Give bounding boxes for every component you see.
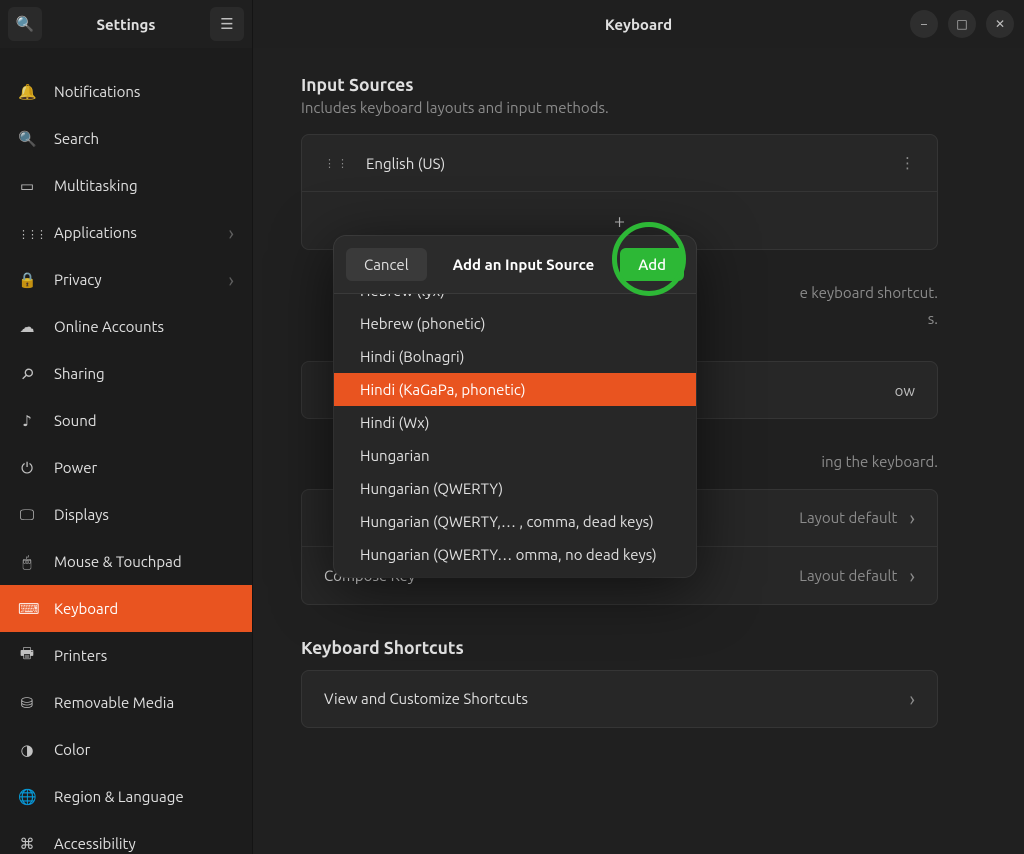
search-icon: [18, 130, 36, 148]
sidebar-item-label: Region & Language: [54, 788, 184, 805]
input-source-option[interactable]: Hindi (Bolnagri): [334, 340, 696, 373]
color-icon: [18, 741, 36, 759]
chevron-right-icon: [228, 221, 234, 244]
sidebar-item-multitasking[interactable]: Multitasking: [0, 162, 252, 209]
sidebar-item-region-language[interactable]: Region & Language: [0, 773, 252, 820]
page-title: Keyboard: [253, 16, 1024, 33]
close-button[interactable]: ✕: [986, 10, 1014, 38]
sidebar-item-label: Removable Media: [54, 694, 174, 711]
display-icon: [18, 506, 36, 524]
headerbar-left: Settings: [0, 0, 253, 48]
multitask-icon: [18, 177, 36, 195]
chevron-right-icon: [228, 268, 234, 291]
sidebar-item-label: Notifications: [54, 83, 140, 100]
sidebar-item-label: Sharing: [54, 365, 105, 382]
minimize-button[interactable]: –: [910, 10, 938, 38]
input-source-option[interactable]: Hungarian (QWERTY,… , comma, dead keys): [334, 505, 696, 538]
bell-icon: [18, 83, 36, 101]
input-sources-subtitle: Includes keyboard layouts and input meth…: [301, 99, 938, 116]
sidebar-item-color[interactable]: Color: [0, 726, 252, 773]
input-source-label: English (US): [366, 155, 445, 172]
dialog-title: Add an Input Source: [453, 256, 595, 273]
sidebar-item-printers[interactable]: Printers: [0, 632, 252, 679]
dialog-header: Cancel Add an Input Source Add: [334, 236, 696, 293]
lock-icon: [18, 271, 36, 289]
sidebar-item-privacy[interactable]: Privacy: [0, 256, 252, 303]
sidebar-item-label: Displays: [54, 506, 109, 523]
view-shortcuts-label: View and Customize Shortcuts: [324, 690, 528, 707]
plus-icon: +: [614, 209, 625, 232]
sidebar-item-label: Printers: [54, 647, 107, 664]
input-source-option[interactable]: Hungarian: [334, 439, 696, 472]
kbd-icon: [18, 600, 36, 618]
add-input-source-dialog: Cancel Add an Input Source Add Hebrew (l…: [334, 236, 696, 577]
search-button[interactable]: [8, 7, 42, 41]
sidebar-item-label: Applications: [54, 224, 137, 241]
chevron-right-icon: [909, 506, 915, 529]
headerbar-right: Keyboard – □ ✕: [253, 0, 1024, 48]
sidebar-item-online-accounts[interactable]: Online Accounts: [0, 303, 252, 350]
sidebar-item-mouse-touchpad[interactable]: Mouse & Touchpad: [0, 538, 252, 585]
globe-icon: [18, 788, 36, 806]
input-sources-title: Input Sources: [301, 76, 938, 95]
view-shortcuts-row[interactable]: View and Customize Shortcuts: [301, 670, 938, 728]
sidebar-item-label: Online Accounts: [54, 318, 164, 335]
input-source-row[interactable]: ⋮⋮ English (US) ⋮: [301, 134, 938, 192]
sidebar-item-sharing[interactable]: Sharing: [0, 350, 252, 397]
input-source-option[interactable]: Hebrew (lyx): [334, 293, 696, 307]
power-icon: [18, 459, 36, 477]
sound-icon: [18, 412, 36, 430]
sidebar-item-accessibility[interactable]: Accessibility: [0, 820, 252, 854]
sidebar-item-applications[interactable]: Applications: [0, 209, 252, 256]
sidebar-item-label: Sound: [54, 412, 97, 429]
print-icon: [18, 643, 36, 668]
share-icon: [18, 365, 36, 383]
sidebar-item-label: Power: [54, 459, 97, 476]
sidebar-item-keyboard[interactable]: Keyboard: [0, 585, 252, 632]
input-source-option[interactable]: Hindi (Wx): [334, 406, 696, 439]
add-button[interactable]: Add: [620, 248, 684, 281]
headerbar: Settings Keyboard – □ ✕: [0, 0, 1024, 48]
sidebar-item-label: Search: [54, 130, 99, 147]
chevron-right-icon: [909, 687, 915, 710]
hamburger-button[interactable]: [210, 7, 244, 41]
apps-icon: [18, 224, 36, 241]
maximize-button[interactable]: □: [948, 10, 976, 38]
input-source-option[interactable]: Hungarian (QWERTY… omma, no dead keys): [334, 538, 696, 571]
sidebar-item-removable-media[interactable]: Removable Media: [0, 679, 252, 726]
window-controls: – □ ✕: [910, 10, 1014, 38]
sidebar-item-search[interactable]: Search: [0, 115, 252, 162]
compose-key-value: Layout default: [799, 567, 897, 584]
switch-input-label: ow: [895, 382, 915, 399]
input-source-option[interactable]: Hindi (KaGaPa, phonetic): [334, 373, 696, 406]
sidebar-item-notifications[interactable]: Notifications: [0, 68, 252, 115]
sidebar-item-label: Privacy: [54, 271, 102, 288]
cloud-icon: [18, 318, 36, 336]
mouse-icon: [18, 553, 36, 571]
drag-handle-icon[interactable]: ⋮⋮: [324, 157, 350, 170]
more-icon[interactable]: ⋮: [900, 154, 915, 172]
sidebar-item-displays[interactable]: Displays: [0, 491, 252, 538]
alt-chars-value: Layout default: [799, 509, 897, 526]
sidebar-item-label: Multitasking: [54, 177, 138, 194]
menu-icon: [220, 15, 233, 33]
input-source-list[interactable]: Hebrew (lyx)Hebrew (phonetic)Hindi (Boln…: [334, 293, 696, 577]
sidebar-item-label: Accessibility: [54, 835, 136, 852]
usb-icon: [18, 694, 36, 712]
sidebar-item-sound[interactable]: Sound: [0, 397, 252, 444]
shortcuts-title: Keyboard Shortcuts: [301, 639, 938, 658]
sidebar-item-label: Color: [54, 741, 90, 758]
sidebar[interactable]: Notifications Search Multitasking Applicati…: [0, 48, 253, 854]
sidebar-item-label: Mouse & Touchpad: [54, 553, 182, 570]
input-source-option[interactable]: Hungarian (QWERTY): [334, 472, 696, 505]
sidebar-item-power[interactable]: Power: [0, 444, 252, 491]
cancel-button[interactable]: Cancel: [346, 248, 427, 281]
chevron-right-icon: [909, 564, 915, 587]
input-source-option[interactable]: Hebrew (phonetic): [334, 307, 696, 340]
search-icon: [16, 15, 35, 33]
app-title: Settings: [50, 16, 202, 33]
acc-icon: [18, 835, 36, 853]
sidebar-item-label: Keyboard: [54, 600, 118, 617]
